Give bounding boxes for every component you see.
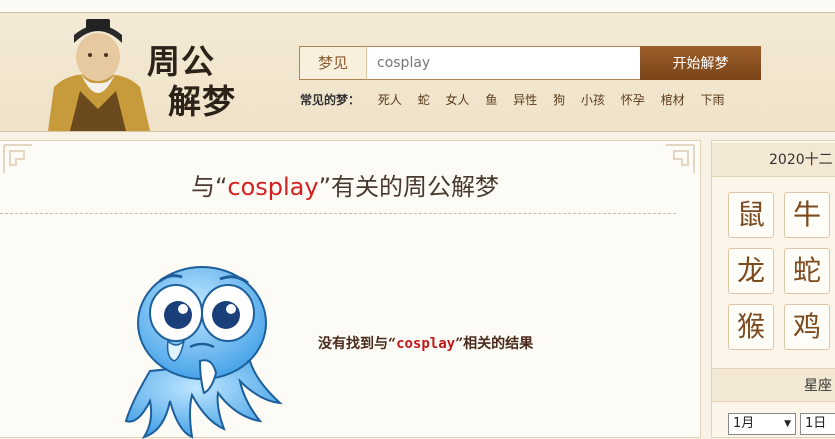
common-dream-link[interactable]: 异性 (513, 93, 537, 107)
search-bar: 梦见 开始解梦 (299, 46, 761, 80)
no-result-suffix: ”相关的结果 (455, 336, 534, 352)
result-panel: 与“cosplay”有关的周公解梦 没有找到与“cosplay”相关的结果 (0, 140, 701, 439)
dropdown-arrow-icon: ▼ (784, 419, 791, 429)
common-dream-link[interactable]: 鱼 (485, 93, 497, 107)
zodiac-rat[interactable]: 鼠 (728, 192, 774, 238)
no-result-prefix: 没有找到与“ (318, 336, 397, 352)
sidebar: 2020十二 鼠 牛 龙 蛇 猴 鸡 星座 1月 ▼ 1日 (711, 140, 835, 438)
logo-text-line2: 解梦 (168, 82, 236, 121)
result-title-keyword: cosplay (227, 173, 319, 201)
search-label: 梦见 (299, 46, 366, 80)
browser-top-strip (0, 0, 835, 13)
zodiac-snake[interactable]: 蛇 (784, 248, 830, 294)
site-header: 周公 解梦 梦见 开始解梦 常见的梦： 死人 蛇 女人 鱼 异性 狗 小孩 怀孕… (0, 13, 835, 132)
constellation-header: 星座 (712, 368, 835, 402)
day-select-value: 1日 (805, 416, 827, 431)
common-dream-link[interactable]: 女人 (446, 93, 470, 107)
common-dream-link[interactable]: 小孩 (581, 93, 605, 107)
result-title: 与“cosplay”有关的周公解梦 (0, 167, 690, 202)
month-select[interactable]: 1月 ▼ (728, 413, 796, 435)
zodiac-rooster[interactable]: 鸡 (784, 304, 830, 350)
crying-octopus-icon (124, 266, 283, 439)
no-result-message: 没有找到与“cosplay”相关的结果 (318, 333, 533, 353)
result-title-suffix: ”有关的周公解梦 (318, 173, 500, 201)
zodiac-monkey[interactable]: 猴 (728, 304, 774, 350)
common-dream-link[interactable]: 棺材 (661, 93, 685, 107)
no-result-keyword: cosplay (396, 336, 456, 352)
zodiac-dragon[interactable]: 龙 (728, 248, 774, 294)
common-dreams: 常见的梦： 死人 蛇 女人 鱼 异性 狗 小孩 怀孕 棺材 下雨 (300, 91, 730, 108)
common-dream-link[interactable]: 下雨 (700, 93, 724, 107)
month-select-value: 1月 (733, 416, 755, 431)
result-title-prefix: 与“ (190, 173, 228, 201)
common-dream-link[interactable]: 狗 (553, 93, 565, 107)
sage-portrait-icon (48, 19, 150, 131)
common-dream-link[interactable]: 蛇 (418, 93, 430, 107)
common-dreams-label: 常见的梦： (300, 93, 361, 107)
zodiac-year-header: 2020十二 (712, 143, 835, 177)
common-dream-link[interactable]: 怀孕 (621, 93, 645, 107)
zodiac-ox[interactable]: 牛 (784, 192, 830, 238)
common-dream-link[interactable]: 死人 (378, 93, 402, 107)
title-divider (0, 213, 676, 214)
search-input[interactable] (366, 46, 651, 80)
search-button[interactable]: 开始解梦 (640, 46, 761, 80)
day-select[interactable]: 1日 (800, 413, 835, 435)
